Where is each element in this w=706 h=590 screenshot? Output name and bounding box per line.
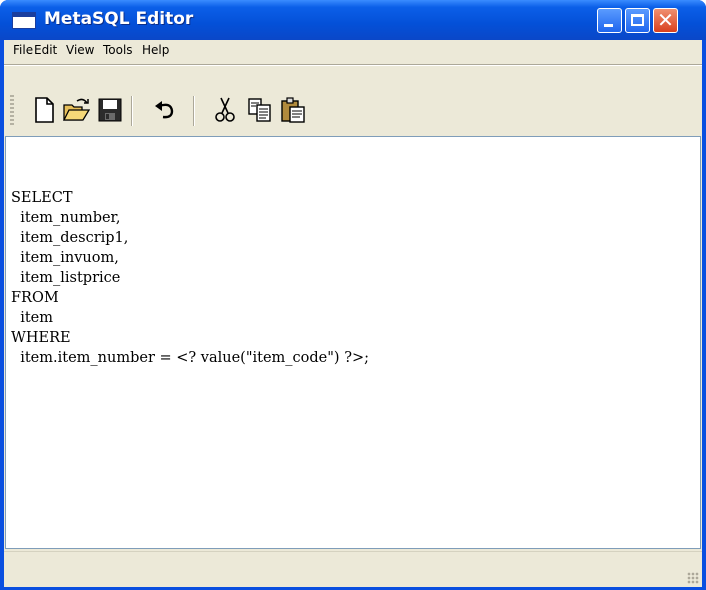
title-bar[interactable]: MetaSQL Editor ✕: [0, 0, 706, 40]
code-line: SELECT: [11, 190, 73, 206]
minimize-button[interactable]: [597, 8, 622, 33]
menu-view[interactable]: View: [66, 43, 94, 57]
menu-file[interactable]: File: [13, 43, 33, 57]
minimize-icon: [604, 24, 613, 27]
close-button[interactable]: ✕: [653, 8, 678, 33]
toolbar-separator: [131, 96, 133, 126]
resize-grip-icon[interactable]: [687, 572, 699, 584]
paste-icon[interactable]: [279, 96, 307, 124]
app-window-icon: [12, 12, 36, 29]
app-window: MetaSQL Editor ✕ File Edit View Tools He…: [0, 0, 706, 590]
status-bar: [4, 551, 702, 587]
code-line: item_number,: [11, 210, 121, 226]
code-line: item_listprice: [11, 270, 121, 286]
save-disk-icon[interactable]: [96, 96, 124, 124]
toolbar-grip-handle[interactable]: [10, 95, 14, 125]
open-folder-icon[interactable]: [62, 96, 90, 124]
menu-help[interactable]: Help: [142, 43, 169, 57]
window-title: MetaSQL Editor: [44, 9, 194, 29]
window-client-area: File Edit View Tools Help SELECT item_nu…: [4, 40, 702, 587]
code-line: item_descrip1,: [11, 230, 129, 246]
menu-bar: File Edit View Tools Help: [4, 40, 702, 62]
code-line: item: [11, 310, 54, 326]
code-line: item_invuom,: [11, 250, 119, 266]
maximize-icon: [631, 14, 644, 26]
cut-scissors-icon[interactable]: [211, 96, 239, 124]
maximize-button[interactable]: [625, 8, 650, 33]
toolbar-separator: [193, 96, 195, 126]
undo-icon[interactable]: [151, 96, 179, 124]
menu-tools[interactable]: Tools: [103, 43, 133, 57]
sql-editor[interactable]: SELECT item_number, item_descrip1, item_…: [5, 136, 701, 549]
code-line: FROM: [11, 290, 59, 306]
copy-icon[interactable]: [246, 96, 274, 124]
code-line: WHERE: [11, 330, 71, 346]
new-document-icon[interactable]: [30, 96, 58, 124]
close-icon: ✕: [657, 8, 674, 32]
menu-edit[interactable]: Edit: [34, 43, 57, 57]
menu-divider-highlight: [4, 65, 702, 66]
toolbar: [4, 86, 702, 132]
code-line: item.item_number = <? value("item_code")…: [11, 350, 370, 366]
